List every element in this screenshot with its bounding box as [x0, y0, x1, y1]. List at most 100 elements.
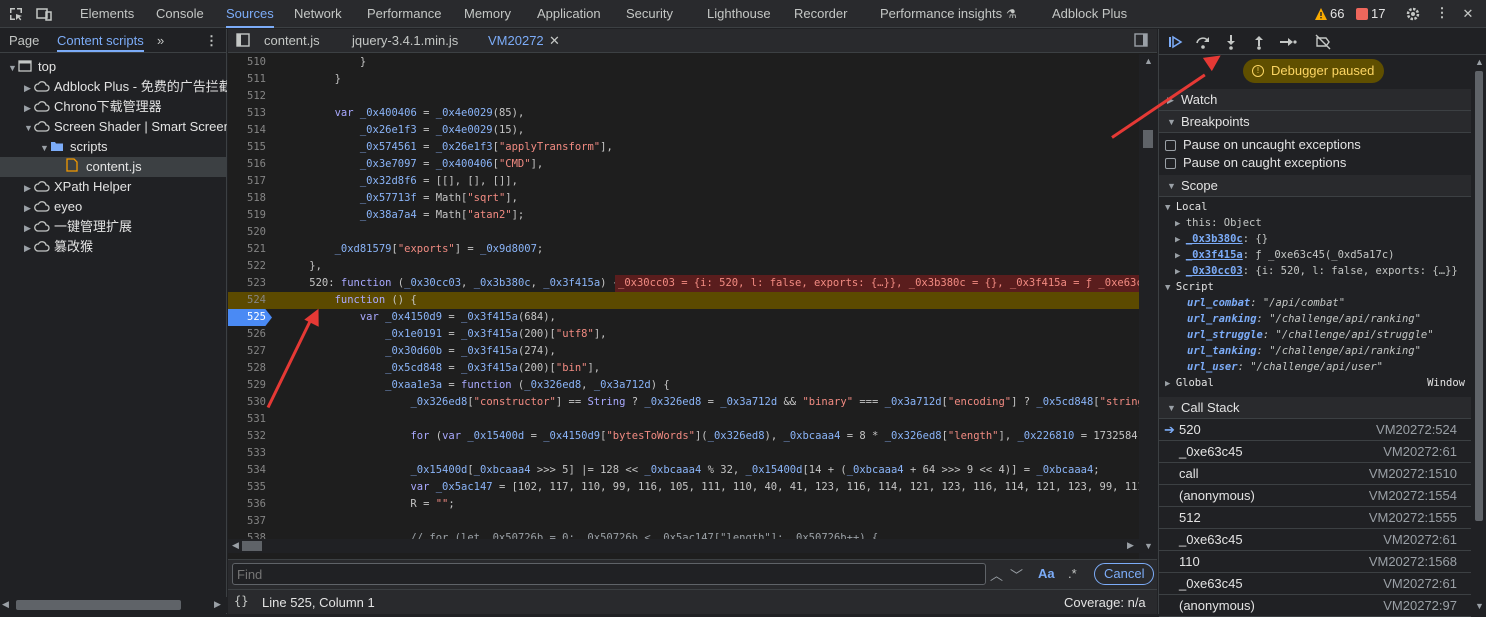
call-frame[interactable]: (anonymous) VM20272:1554 — [1159, 485, 1471, 507]
tab-elements[interactable]: Elements — [80, 0, 134, 28]
code-line[interactable]: 530 _0x326ed8["constructor"] == String ?… — [228, 394, 1139, 411]
call-frame-location[interactable]: VM20272:524 — [1376, 419, 1457, 441]
tree-item[interactable]: ▶ XPath Helper — [0, 177, 227, 197]
tab-memory[interactable]: Memory — [464, 0, 511, 28]
code-line[interactable]: 523 520: function (_0x30cc03, _0x3b380c,… — [228, 275, 1139, 292]
expand-triangle-icon[interactable]: ▼ — [24, 118, 34, 137]
code-line[interactable]: 513 var _0x400406 = _0x4e0029(85), — [228, 105, 1139, 122]
line-number[interactable]: 519 — [228, 207, 272, 224]
call-frame[interactable]: _0xe63c45 VM20272:61 — [1159, 529, 1471, 551]
code-line[interactable]: 521 _0xd81579["exports"] = _0x9d8007; — [228, 241, 1139, 258]
scope-this-row[interactable]: ▶ this: Object — [1159, 215, 1471, 231]
line-number[interactable]: 537 — [228, 513, 272, 530]
resume-icon[interactable] — [1167, 34, 1183, 53]
toggle-debugger-icon[interactable] — [1134, 33, 1148, 50]
coverage-status[interactable]: Coverage: n/a — [1064, 595, 1146, 610]
line-number[interactable]: 533 — [228, 445, 272, 462]
line-number[interactable]: 527 — [228, 343, 272, 360]
pause-caught-checkbox[interactable] — [1165, 158, 1176, 169]
line-number[interactable]: 520 — [228, 224, 272, 241]
code-line[interactable]: 526 _0x1e0191 = _0x3f415a(200)["utf8"], — [228, 326, 1139, 343]
code-line[interactable]: 510 } — [228, 54, 1139, 71]
tab-security[interactable]: Security — [626, 0, 673, 28]
pause-uncaught-row[interactable]: Pause on uncaught exceptions — [1159, 136, 1471, 154]
code-line[interactable]: 525 var _0x4150d9 = _0x3f415a(684), — [228, 309, 1139, 326]
tree-item[interactable]: ▼ Screen Shader | Smart Screen T — [0, 117, 227, 137]
editor-tab-vm20272[interactable]: VM20272 — [488, 33, 544, 48]
error-count[interactable]: 17 — [1371, 0, 1385, 28]
step-into-icon[interactable] — [1223, 34, 1239, 53]
callstack-section-header[interactable]: ▼ Call Stack — [1159, 397, 1471, 419]
call-frame-location[interactable]: VM20272:61 — [1383, 573, 1457, 595]
tab-page[interactable]: Page — [9, 33, 39, 48]
line-number[interactable]: 510 — [228, 54, 272, 71]
script-variable[interactable]: url_user: "/challenge/api/user" — [1159, 359, 1471, 375]
line-number[interactable]: 521 — [228, 241, 272, 258]
match-case-button[interactable]: Aa — [1038, 566, 1055, 581]
editor-vscrollbar[interactable]: ▲ ▼ — [1139, 54, 1157, 567]
line-number[interactable]: 535 — [228, 479, 272, 496]
code-line[interactable]: 529 _0xaa1e3a = function (_0x326ed8, _0x… — [228, 377, 1139, 394]
line-number[interactable]: 524 — [228, 292, 272, 309]
expand-triangle-icon[interactable]: ▶ — [24, 238, 34, 257]
expand-triangle-icon[interactable]: ▶ — [24, 78, 34, 97]
code-line[interactable]: 535 var _0x5ac147 = [102, 117, 110, 99, … — [228, 479, 1139, 496]
close-devtools-icon[interactable]: ✕ — [1460, 6, 1476, 22]
tab-performance-insights[interactable]: Performance insights — [880, 0, 1002, 28]
cancel-button[interactable]: Cancel — [1094, 563, 1155, 585]
tree-item[interactable]: ▶ Adblock Plus - 免费的广告拦截 — [0, 77, 227, 97]
call-frame-location[interactable]: VM20272:1568 — [1369, 551, 1457, 573]
call-frame-location[interactable]: VM20272:61 — [1383, 441, 1457, 463]
tree-item[interactable]: ▼ scripts — [0, 137, 227, 157]
sidebar-vscrollbar[interactable]: ▲ ▼ — [1472, 55, 1486, 614]
call-frame[interactable]: _0xe63c45 VM20272:61 — [1159, 441, 1471, 463]
expand-triangle-icon[interactable]: ▼ — [8, 58, 18, 77]
error-icon[interactable] — [1356, 8, 1368, 20]
line-number[interactable]: 534 — [228, 462, 272, 479]
line-number[interactable]: 536 — [228, 496, 272, 513]
line-number[interactable]: 526 — [228, 326, 272, 343]
line-number[interactable]: 512 — [228, 88, 272, 105]
line-number[interactable]: 522 — [228, 258, 272, 275]
tree-item[interactable]: ▶ Chrono下载管理器 — [0, 97, 227, 117]
step-over-icon[interactable] — [1195, 34, 1211, 53]
line-number[interactable]: 516 — [228, 156, 272, 173]
call-frame-location[interactable]: VM20272:61 — [1383, 529, 1457, 551]
line-number[interactable]: 532 — [228, 428, 272, 445]
tab-adblock-plus[interactable]: Adblock Plus — [1052, 0, 1127, 28]
line-number[interactable]: 529 — [228, 377, 272, 394]
tab-sources[interactable]: Sources — [226, 0, 274, 28]
pause-uncaught-checkbox[interactable] — [1165, 140, 1176, 151]
tab-application[interactable]: Application — [537, 0, 601, 28]
editor-tab-content-js[interactable]: content.js — [264, 33, 320, 48]
scroll-thumb[interactable] — [1475, 71, 1483, 521]
line-number[interactable]: 523 — [228, 275, 272, 292]
scope-global-header[interactable]: ▶ Global Window — [1159, 375, 1471, 391]
call-frame[interactable]: 512 VM20272:1555 — [1159, 507, 1471, 529]
line-number[interactable]: 513 — [228, 105, 272, 122]
settings-gear-icon[interactable] — [1405, 6, 1421, 22]
tab-content-scripts[interactable]: Content scripts — [57, 33, 144, 52]
call-frame[interactable]: _0xe63c45 VM20272:61 — [1159, 573, 1471, 595]
line-number[interactable]: 530 — [228, 394, 272, 411]
line-number[interactable]: 517 — [228, 173, 272, 190]
watch-section-header[interactable]: ▶ Watch — [1159, 89, 1471, 111]
scope-section-header[interactable]: ▼ Scope — [1159, 175, 1471, 197]
line-number[interactable]: 515 — [228, 139, 272, 156]
expand-triangle-icon[interactable]: ▶ — [24, 98, 34, 117]
code-line[interactable]: 528 _0x5cd848 = _0x3f415a(200)["bin"], — [228, 360, 1139, 377]
code-line[interactable]: 533 — [228, 445, 1139, 462]
tree-item[interactable]: content.js — [0, 157, 227, 177]
tree-item[interactable]: ▼ top — [0, 57, 227, 77]
line-number[interactable]: 518 — [228, 190, 272, 207]
inspect-element-icon[interactable] — [8, 6, 24, 22]
code-line[interactable]: 534 _0x15400d[_0xbcaaa4 >>> 5] |= 128 <<… — [228, 462, 1139, 479]
find-previous-icon[interactable]: ︿ — [990, 565, 1003, 584]
code-line[interactable]: 516 _0x3e7097 = _0x400406["CMD"], — [228, 156, 1139, 173]
script-variable[interactable]: url_ranking: "/challenge/api/ranking" — [1159, 311, 1471, 327]
code-lines[interactable]: 510 } 511 } 512 513 var _0x400406 = _0x4e00… — [228, 54, 1139, 567]
line-number[interactable]: 531 — [228, 411, 272, 428]
editor-tab-jquery[interactable]: jquery-3.4.1.min.js — [352, 33, 458, 48]
navigator-menu-icon[interactable]: ⋮ — [205, 33, 218, 49]
script-variable[interactable]: url_combat: "/api/combat" — [1159, 295, 1471, 311]
